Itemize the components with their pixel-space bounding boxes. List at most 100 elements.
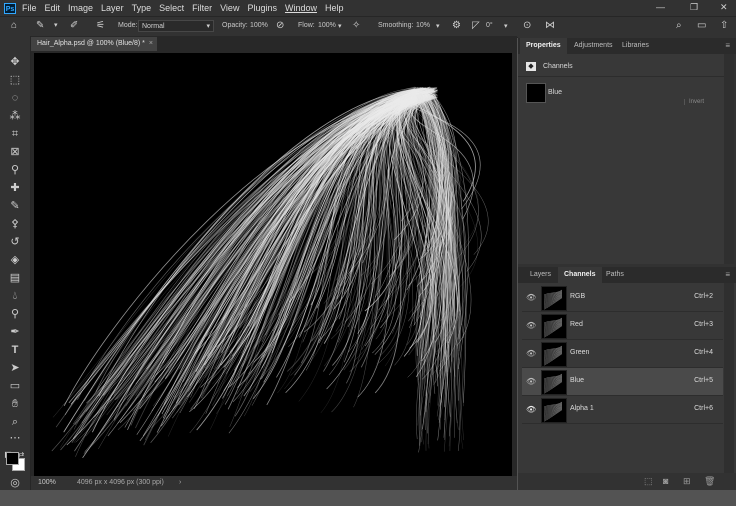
new-channel-icon[interactable]: ⊞ — [683, 476, 691, 487]
chevron-down-icon[interactable]: ▾ — [504, 22, 508, 32]
path-selection-tool-icon[interactable]: ➤ — [8, 361, 22, 375]
screen-mode-icon[interactable] — [8, 492, 22, 506]
history-brush-tool-icon[interactable]: ↺ — [8, 235, 22, 249]
lasso-tool-icon[interactable]: ◌ — [8, 91, 22, 105]
save-selection-icon[interactable]: ◙ — [663, 476, 668, 486]
search-icon[interactable]: ⌕ — [676, 21, 682, 31]
clone-stamp-tool-icon[interactable]: ⚴ — [8, 217, 22, 231]
menu-image[interactable]: Image — [68, 3, 93, 13]
channel-row-blue[interactable]: 👁︎ Blue Ctrl+5 — [522, 368, 723, 396]
panel-menu-icon[interactable]: ≡ — [725, 41, 730, 50]
channel-row-shortcut: Ctrl+2 — [694, 293, 713, 300]
dodge-tool-icon[interactable]: ⚲ — [8, 307, 22, 321]
properties-scrollbar[interactable] — [724, 54, 734, 264]
visibility-eye-icon[interactable]: 👁︎ — [526, 293, 536, 302]
tab-paths[interactable]: Paths — [600, 267, 630, 283]
share-icon[interactable]: ⇧ — [720, 21, 728, 31]
frame-tool-icon[interactable]: ⊠ — [8, 145, 22, 159]
tab-properties[interactable]: Properties — [520, 38, 567, 54]
symmetry-icon[interactable]: ⋈ — [545, 21, 555, 31]
smoothing-value[interactable]: 10% — [416, 22, 430, 29]
zoom-level[interactable]: 100% — [38, 476, 56, 490]
healing-brush-tool-icon[interactable]: ✚ — [8, 181, 22, 195]
type-tool-icon[interactable]: T — [8, 343, 22, 357]
menu-edit[interactable]: Edit — [45, 3, 61, 13]
menu-layer[interactable]: Layer — [101, 3, 124, 13]
menu-help[interactable]: Help — [325, 3, 344, 13]
flow-value[interactable]: 100% — [318, 22, 336, 29]
quick-select-tool-icon[interactable]: ⁂ — [8, 109, 22, 123]
channel-row-rgb[interactable]: 👁︎ RGB Ctrl+2 — [522, 284, 723, 312]
marquee-tool-icon[interactable]: ⬚ — [8, 73, 22, 87]
tab-channels[interactable]: Channels — [558, 267, 602, 283]
channel-row-alpha-1[interactable]: 👁︎ Alpha 1 Ctrl+6 — [522, 396, 723, 424]
chevron-right-icon[interactable]: › — [179, 476, 181, 490]
foreground-color-swatch[interactable] — [6, 452, 19, 465]
visibility-eye-icon[interactable]: 👁︎ — [526, 377, 536, 386]
visibility-eye-icon[interactable]: 👁︎ — [526, 321, 536, 330]
minimize-icon[interactable]: — — [656, 2, 665, 12]
menu-view[interactable]: View — [220, 3, 239, 13]
menu-window[interactable]: Window — [285, 3, 317, 13]
brush-tool-icon[interactable]: ✎ — [8, 199, 22, 213]
tab-libraries[interactable]: Libraries — [616, 38, 655, 54]
brush-size-icon[interactable]: ✐ — [70, 21, 78, 31]
eraser-tool-icon[interactable]: ◈ — [8, 253, 22, 267]
home-icon[interactable]: ⌂ — [11, 21, 17, 31]
more-tools-icon[interactable]: ⋯ — [8, 431, 22, 445]
menu-filter[interactable]: Filter — [192, 3, 212, 13]
hand-tool-icon[interactable]: ✋︎ — [8, 397, 22, 411]
close-icon[interactable]: × — [149, 40, 153, 47]
brush-settings-icon[interactable]: ⚟ — [96, 21, 105, 31]
opacity-value[interactable]: 100% — [250, 22, 268, 29]
pressure-size-icon[interactable]: ⊙ — [523, 21, 531, 31]
visibility-eye-icon[interactable]: 👁︎ — [526, 405, 536, 414]
channel-thumbnail — [541, 314, 567, 339]
invert-checkbox[interactable]: Invert — [684, 99, 704, 105]
load-selection-icon[interactable]: ⬚ — [644, 476, 653, 487]
angle-value[interactable]: 0° — [486, 22, 493, 29]
mode-label: Mode: — [118, 22, 138, 29]
crop-tool-icon[interactable]: ⌗ — [8, 127, 22, 141]
eyedropper-tool-icon[interactable]: ⚲ — [8, 163, 22, 177]
pen-tool-icon[interactable]: ✒ — [8, 325, 22, 339]
gradient-tool-icon[interactable]: ▤ — [8, 271, 22, 285]
quick-mask-icon[interactable]: ◎ — [8, 476, 22, 490]
menu-plugins[interactable]: Plugins — [247, 3, 277, 13]
tab-layers[interactable]: Layers — [524, 267, 557, 283]
channels-scrollbar[interactable] — [724, 283, 734, 473]
pressure-opacity-icon[interactable]: ⊘ — [276, 21, 284, 31]
restore-icon[interactable]: ❐ — [690, 2, 698, 13]
channel-row-green[interactable]: 👁︎ Green Ctrl+4 — [522, 340, 723, 368]
brush-preset-icon[interactable]: ✎ — [36, 21, 44, 31]
angle-icon: ◸ — [472, 20, 480, 31]
image-canvas[interactable] — [34, 53, 512, 476]
zoom-tool-icon[interactable]: ⌕ — [8, 415, 22, 429]
document-tab[interactable]: Hair_Alpha.psd @ 100% (Blue/8) * × — [31, 37, 157, 51]
document-title: Hair_Alpha.psd @ 100% (Blue/8) * — [37, 40, 145, 47]
workspace-icon[interactable]: ▭ — [697, 21, 706, 31]
menu-select[interactable]: Select — [159, 3, 184, 13]
gear-icon[interactable]: ⚙ — [452, 21, 461, 31]
properties-tabs: Properties Adjustments Libraries ≡ — [518, 38, 736, 54]
visibility-eye-icon[interactable]: 👁︎ — [526, 349, 536, 358]
chevron-down-icon: ▾ — [206, 23, 210, 30]
tab-adjustments[interactable]: Adjustments — [568, 38, 619, 54]
delete-channel-icon[interactable]: 🗑︎ — [704, 476, 715, 487]
mode-select[interactable]: Normal ▾ — [138, 20, 214, 32]
chevron-down-icon[interactable]: ▾ — [338, 22, 342, 32]
move-tool-icon[interactable]: ✥ — [8, 55, 22, 69]
menu-file[interactable]: File — [22, 3, 37, 13]
menu-bar: Ps File Edit Image Layer Type Select Fil… — [0, 0, 736, 16]
panel-menu-icon[interactable]: ≡ — [725, 270, 730, 279]
blur-tool-icon[interactable]: 💧︎ — [8, 289, 22, 303]
channel-row-red[interactable]: 👁︎ Red Ctrl+3 — [522, 312, 723, 340]
channel-row-name: RGB — [570, 293, 586, 300]
chevron-down-icon[interactable]: ▾ — [436, 22, 440, 32]
menu-type[interactable]: Type — [132, 3, 152, 13]
chevron-down-icon[interactable]: ▾ — [54, 21, 58, 31]
airbrush-icon[interactable]: ✧ — [352, 21, 360, 31]
opacity-label: Opacity: — [222, 22, 248, 29]
rectangle-tool-icon[interactable]: ▭ — [8, 379, 22, 393]
close-icon[interactable]: ✕ — [720, 2, 728, 13]
